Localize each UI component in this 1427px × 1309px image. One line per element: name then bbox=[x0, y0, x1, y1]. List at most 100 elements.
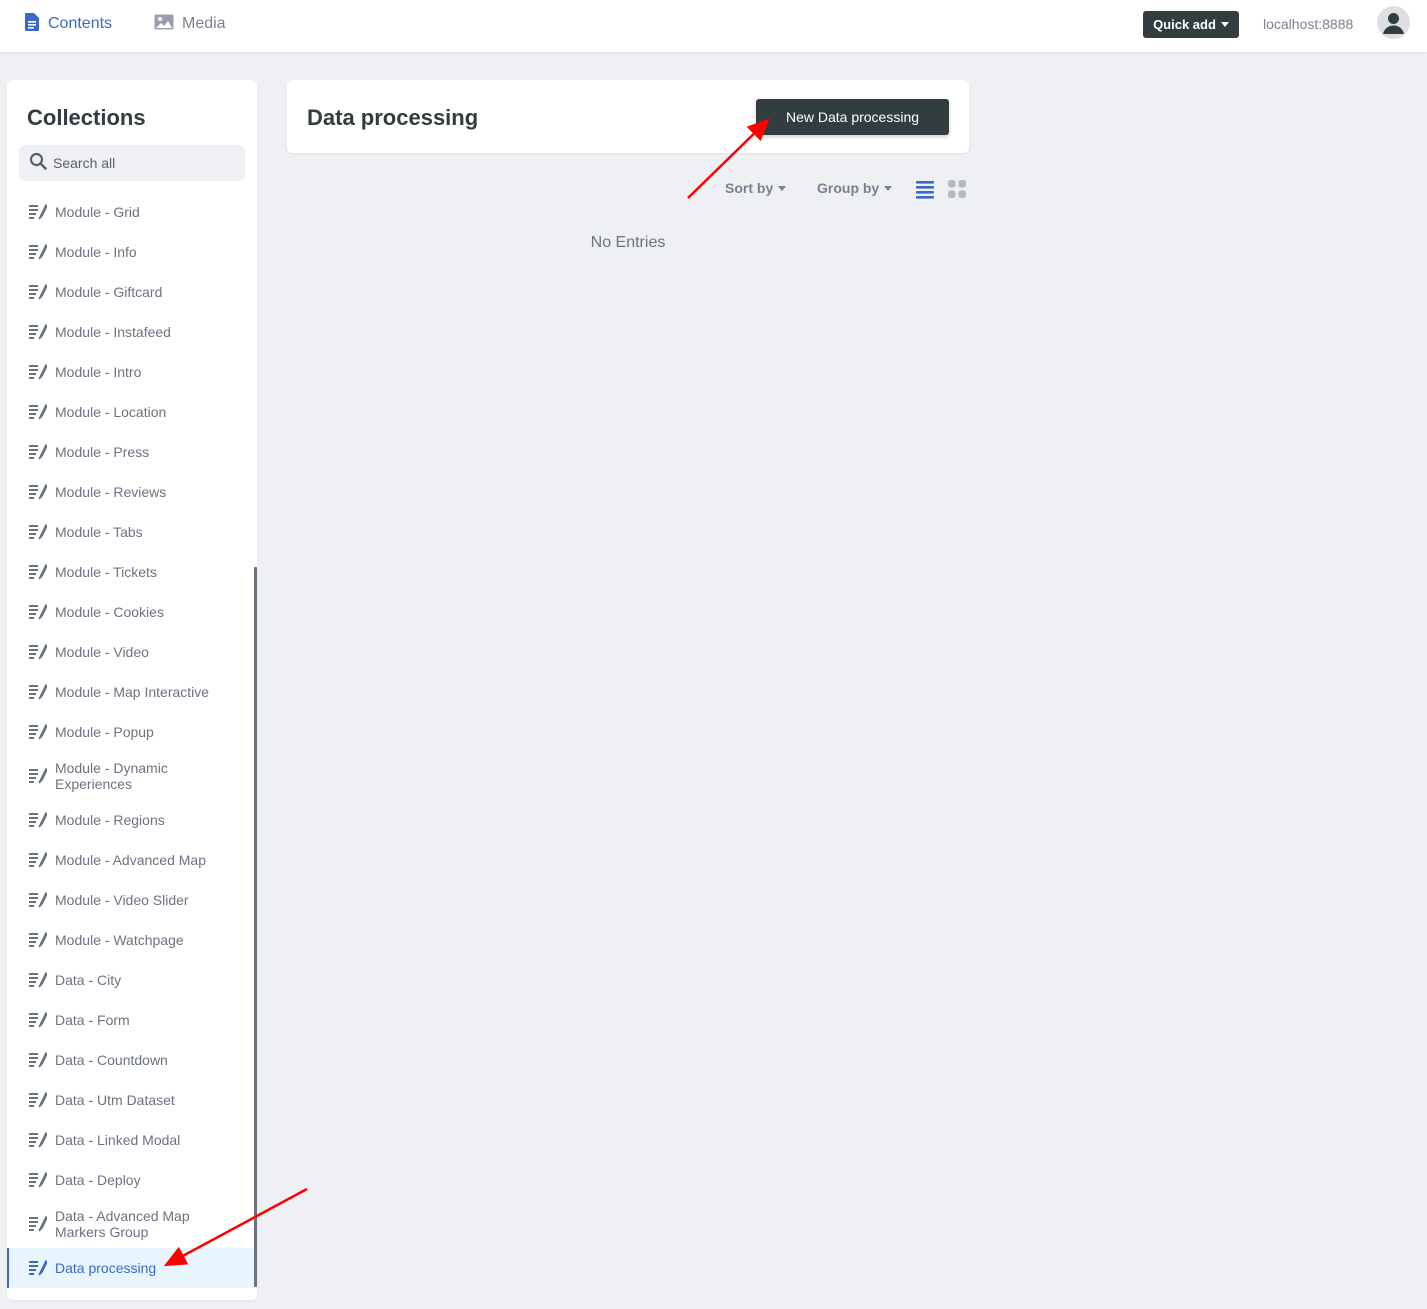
sidebar-collection-item[interactable]: Data - Advanced Map Markers Group bbox=[7, 1200, 257, 1248]
sidebar-collection-item[interactable]: Data - Linked Modal bbox=[7, 1120, 257, 1160]
collection-icon bbox=[29, 931, 47, 949]
collection-label: Module - Regions bbox=[55, 812, 165, 828]
quick-add-button[interactable]: Quick add bbox=[1143, 11, 1239, 38]
search-icon bbox=[29, 152, 47, 175]
sidebar-collection-item[interactable]: Module - Video bbox=[7, 632, 257, 672]
chevron-down-icon bbox=[1220, 22, 1229, 27]
collection-label: Data - Advanced Map Markers Group bbox=[55, 1208, 190, 1240]
collection-label: Data processing bbox=[55, 1260, 157, 1276]
grid-view-toggle[interactable] bbox=[947, 179, 967, 199]
sidebar-collection-item[interactable]: Data - Countdown bbox=[7, 1040, 257, 1080]
collection-icon bbox=[29, 443, 47, 461]
sidebar-collection-item[interactable]: Module - Advanced Map bbox=[7, 840, 257, 880]
collection-label: Data - Countdown bbox=[55, 1052, 168, 1068]
search-box[interactable] bbox=[19, 145, 245, 181]
list-view-toggle[interactable] bbox=[915, 179, 935, 199]
collection-icon bbox=[29, 1091, 47, 1109]
collection-label: Data - Deploy bbox=[55, 1172, 141, 1188]
collection-label: Module - Press bbox=[55, 444, 150, 460]
collection-label: Module - Tickets bbox=[55, 564, 157, 580]
collection-label: Module - Location bbox=[55, 404, 167, 420]
sidebar-collection-item[interactable]: Module - Intro bbox=[7, 352, 257, 392]
collection-label: Data - Linked Modal bbox=[55, 1132, 181, 1148]
collection-label: Module - Popup bbox=[55, 724, 154, 740]
sidebar-collection-item[interactable]: Module - Popup bbox=[7, 712, 257, 752]
collection-icon bbox=[29, 563, 47, 581]
sidebar-collection-item[interactable]: Module - Video Slider bbox=[7, 880, 257, 920]
tab-contents[interactable]: Contents bbox=[24, 0, 112, 48]
collection-icon bbox=[29, 363, 47, 381]
new-entry-button[interactable]: New Data processing bbox=[756, 99, 949, 135]
chevron-down-icon bbox=[884, 185, 893, 191]
image-icon bbox=[154, 14, 182, 35]
collection-label: Module - Video Slider bbox=[55, 892, 189, 908]
sidebar-title: Collections bbox=[27, 105, 146, 130]
collection-icon bbox=[29, 243, 47, 261]
sidebar-collection-item[interactable]: Module - Press bbox=[7, 432, 257, 472]
avatar[interactable] bbox=[1377, 6, 1410, 39]
sort-by-dropdown[interactable]: Sort by bbox=[725, 180, 787, 196]
collection-label: Module - Video bbox=[55, 644, 149, 660]
sidebar-collection-item[interactable]: Module - Map Interactive bbox=[7, 672, 257, 712]
collection-icon bbox=[29, 971, 47, 989]
collection-icon bbox=[29, 811, 47, 829]
collection-label: Data - Utm Dataset bbox=[55, 1092, 175, 1108]
empty-state-message: No Entries bbox=[590, 234, 666, 251]
collections-sidebar: Collections Module - GridModule - InfoMo… bbox=[7, 80, 257, 1300]
collection-label: Module - Grid bbox=[55, 204, 140, 220]
sidebar-collection-item[interactable]: Module - Tickets bbox=[7, 552, 257, 592]
collection-icon bbox=[29, 723, 47, 741]
grid-view-icon bbox=[948, 180, 966, 198]
tab-media[interactable]: Media bbox=[154, 0, 226, 48]
collection-icon bbox=[29, 1259, 47, 1277]
collection-icon bbox=[29, 767, 47, 785]
collection-icon bbox=[29, 1215, 47, 1233]
collection-icon bbox=[29, 283, 47, 301]
sidebar-collection-item[interactable]: Module - Instafeed bbox=[7, 312, 257, 352]
collection-icon bbox=[29, 1131, 47, 1149]
collection-label: Data - Form bbox=[55, 1012, 130, 1028]
document-icon bbox=[24, 12, 48, 36]
collection-label: Module - Giftcard bbox=[55, 284, 163, 300]
collection-icon bbox=[29, 203, 47, 221]
sidebar-collection-item[interactable]: Module - Tabs bbox=[7, 512, 257, 552]
top-navigation-bar: Contents Media Quick add localhost:8888 bbox=[0, 0, 1427, 52]
collection-icon bbox=[29, 483, 47, 501]
sidebar-collection-item[interactable]: Module - Watchpage bbox=[7, 920, 257, 960]
sidebar-collection-item[interactable]: Module - Cookies bbox=[7, 592, 257, 632]
quick-add-label: Quick add bbox=[1153, 17, 1216, 32]
sidebar-collection-item[interactable]: Module - Regions bbox=[7, 800, 257, 840]
collection-label: Module - Map Interactive bbox=[55, 684, 210, 700]
collection-label: Module - Intro bbox=[55, 364, 142, 380]
sidebar-collection-item[interactable]: Module - Location bbox=[7, 392, 257, 432]
collection-label: Module - Instafeed bbox=[55, 324, 171, 340]
sidebar-collection-item[interactable]: Data - Utm Dataset bbox=[7, 1080, 257, 1120]
tab-media-label: Media bbox=[182, 15, 226, 32]
sidebar-collection-item[interactable]: Module - Grid bbox=[7, 192, 257, 232]
group-by-dropdown[interactable]: Group by bbox=[817, 180, 893, 196]
sidebar-collection-item[interactable]: Module - Info bbox=[7, 232, 257, 272]
search-input[interactable] bbox=[53, 155, 233, 171]
sidebar-collection-item[interactable]: Data - Form bbox=[7, 1000, 257, 1040]
collection-label: Module - Tabs bbox=[55, 524, 143, 540]
user-icon bbox=[1383, 13, 1404, 34]
chevron-down-icon bbox=[778, 185, 787, 191]
sidebar-collection-item[interactable]: Module - Giftcard bbox=[7, 272, 257, 312]
collection-icon bbox=[29, 851, 47, 869]
sidebar-collection-item[interactable]: Module - Reviews bbox=[7, 472, 257, 512]
collection-icon bbox=[29, 1171, 47, 1189]
collection-icon bbox=[29, 323, 47, 341]
collection-icon bbox=[29, 683, 47, 701]
collection-icon bbox=[29, 1051, 47, 1069]
sidebar-collection-item[interactable]: Module - Dynamic Experiences bbox=[7, 752, 257, 800]
collection-label: Module - Dynamic Experiences bbox=[55, 760, 168, 792]
site-url-link[interactable]: localhost:8888 bbox=[1263, 16, 1353, 32]
collection-list: Module - Grid Module - Info Module - Giftc… bbox=[7, 192, 257, 1288]
collection-label: Module - Cookies bbox=[55, 604, 164, 620]
sidebar-collection-item[interactable]: Data processing bbox=[7, 1248, 257, 1288]
sidebar-scrollbar[interactable] bbox=[254, 567, 257, 1287]
collection-icon bbox=[29, 643, 47, 661]
sidebar-collection-item[interactable]: Data - City bbox=[7, 960, 257, 1000]
tab-contents-label: Contents bbox=[48, 15, 113, 32]
sidebar-collection-item[interactable]: Data - Deploy bbox=[7, 1160, 257, 1200]
